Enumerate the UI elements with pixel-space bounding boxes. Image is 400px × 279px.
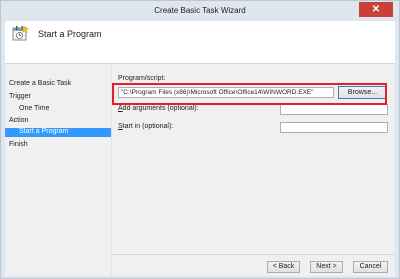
title-bar[interactable]: Create Basic Task Wizard ✕ xyxy=(1,1,399,23)
start-in-input[interactable] xyxy=(280,122,388,133)
step-finish[interactable]: Finish xyxy=(9,141,28,148)
task-wizard-icon xyxy=(12,25,29,41)
step-start-a-program[interactable]: Start a Program xyxy=(5,128,111,137)
start-in-label-text: tart in (optional): xyxy=(122,123,174,130)
wizard-window: Create Basic Task Wizard ✕ Start a Progr… xyxy=(0,0,400,279)
start-in-label: Start in (optional): xyxy=(118,123,173,130)
back-button-label: < Back xyxy=(272,263,295,270)
add-arguments-label-text: dd arguments (optional): xyxy=(122,105,199,112)
step-create-basic-task[interactable]: Create a Basic Task xyxy=(9,80,71,87)
wizard-steps-panel: Create a Basic Task Trigger One Time Act… xyxy=(5,64,112,276)
window-title: Create Basic Task Wizard xyxy=(154,6,246,15)
page-title: Start a Program xyxy=(38,29,102,39)
step-one-time[interactable]: One Time xyxy=(19,105,49,112)
back-button[interactable]: < Back xyxy=(267,261,300,273)
next-button-label: Next > xyxy=(316,263,337,270)
step-start-a-program-label: Start a Program xyxy=(19,128,69,135)
program-highlight-box xyxy=(112,83,387,105)
wizard-header: Start a Program xyxy=(5,21,395,64)
program-script-label: Program/script: xyxy=(118,75,166,82)
close-button[interactable]: ✕ xyxy=(359,2,393,17)
add-arguments-label: Add arguments (optional): xyxy=(118,105,199,112)
wizard-client-area: Start a Program Create a Basic Task Trig… xyxy=(5,21,395,276)
step-trigger[interactable]: Trigger xyxy=(9,93,31,100)
footer-divider xyxy=(112,254,395,255)
next-button[interactable]: Next > xyxy=(310,261,343,273)
add-arguments-input[interactable] xyxy=(280,104,388,115)
step-action[interactable]: Action xyxy=(9,117,28,124)
cancel-button[interactable]: Cancel xyxy=(353,261,388,273)
